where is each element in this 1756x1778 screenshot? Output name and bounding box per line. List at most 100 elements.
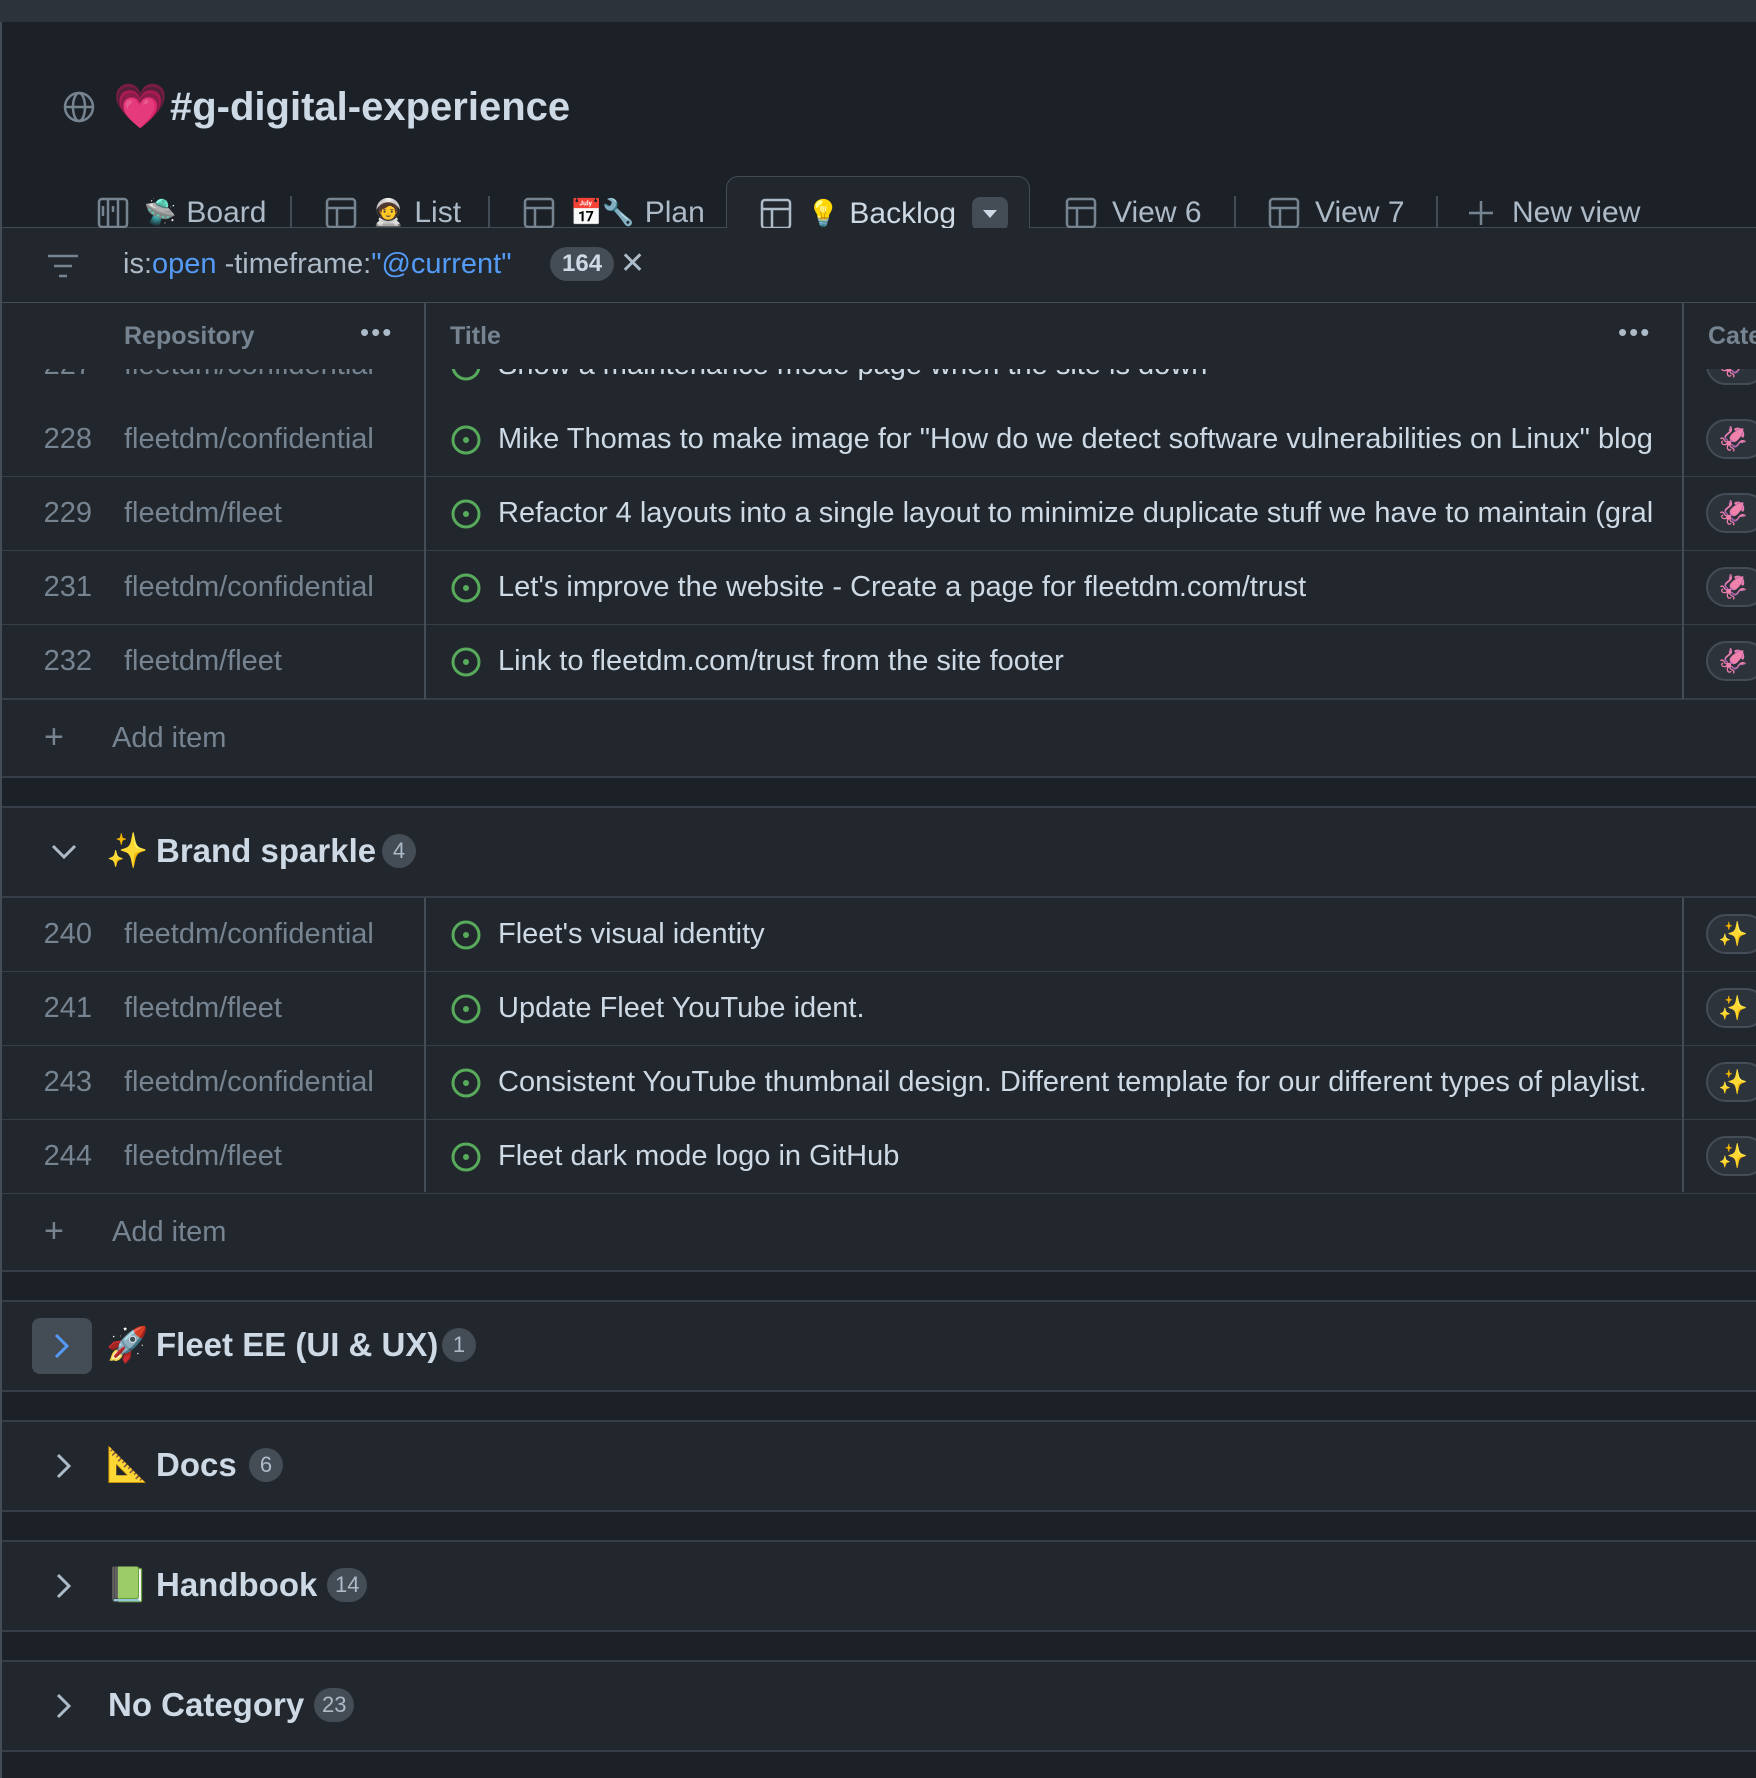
group-name: Docs xyxy=(156,1446,237,1483)
group-header-brand-sparkle: ✨ Brand sparkle 4 xyxy=(0,808,1756,898)
green-book-icon: 📗 xyxy=(106,1566,149,1604)
column-repository[interactable]: Repository xyxy=(124,319,255,353)
table-icon xyxy=(523,197,555,228)
expand-group-button[interactable] xyxy=(44,1686,84,1726)
row-repository: fleetdm/confidential xyxy=(124,1066,374,1098)
chevron-right-icon xyxy=(54,1333,70,1359)
group-name: Fleet EE (UI & UX) xyxy=(156,1326,439,1363)
triangular-ruler-icon: 📐 xyxy=(106,1446,149,1484)
column-divider xyxy=(424,303,426,369)
row-number: 240 xyxy=(43,918,92,950)
clear-filter-button[interactable]: ✕ xyxy=(620,246,645,282)
column-divider xyxy=(424,898,426,1192)
open-issue-icon xyxy=(451,994,481,1024)
table-row[interactable]: 244 fleetdm/fleet Fleet dark mode logo i… xyxy=(0,1120,1756,1195)
table-row[interactable]: 243 fleetdm/confidential Consistent YouT… xyxy=(0,1046,1756,1121)
category-pill[interactable]: 🦑 xyxy=(1706,493,1756,533)
column-divider xyxy=(1682,898,1684,1192)
group-spacer xyxy=(0,1512,1756,1542)
tab-divider xyxy=(290,196,292,232)
tab-label: Plan xyxy=(644,195,705,229)
table-row[interactable]: 241 fleetdm/fleet Update Fleet YouTube i… xyxy=(0,972,1756,1047)
group-header-no-category: No Category 23 xyxy=(0,1662,1756,1752)
tab-label: Backlog xyxy=(849,196,957,230)
add-item-button[interactable]: Add item xyxy=(112,720,226,756)
group-spacer xyxy=(0,1272,1756,1302)
filter-bar: is:open -timeframe:"@current" 164 ✕ xyxy=(0,228,1756,303)
row-repository: fleetdm/confidential xyxy=(124,571,374,603)
collapse-group-button[interactable] xyxy=(44,832,84,872)
row-title[interactable]: Link to fleetdm.com/trust from the site … xyxy=(498,643,1658,679)
table-row[interactable]: 232 fleetdm/fleet Link to fleetdm.com/tr… xyxy=(0,625,1756,700)
chevron-right-icon xyxy=(56,1453,72,1479)
row-title[interactable]: Update Fleet YouTube ident. xyxy=(498,990,1658,1026)
window-edge xyxy=(0,22,2,1778)
add-item-row[interactable]: + Add item xyxy=(0,700,1756,778)
expand-group-button[interactable] xyxy=(44,1566,84,1606)
table-header: Repository ••• Title ••• Cate xyxy=(0,303,1756,372)
category-pill[interactable]: 🦑 xyxy=(1706,641,1756,681)
open-issue-icon xyxy=(451,369,481,381)
table-row[interactable]: 229 fleetdm/fleet Refactor 4 layouts int… xyxy=(0,477,1756,552)
category-pill[interactable]: ✨ xyxy=(1706,988,1756,1028)
table-row[interactable]: 227 fleetdm/confidential Show a maintena… xyxy=(0,369,1756,405)
row-repository: fleetdm/fleet xyxy=(124,497,282,529)
expand-group-button[interactable] xyxy=(44,1446,84,1486)
chevron-right-icon xyxy=(56,1693,72,1719)
table-row-partial: 227 fleetdm/confidential Show a maintena… xyxy=(0,369,1756,402)
open-issue-icon xyxy=(451,1068,481,1098)
row-number: 241 xyxy=(43,992,92,1024)
repository-column-menu-icon[interactable]: ••• xyxy=(360,317,393,348)
row-repository: fleetdm/confidential xyxy=(124,918,374,950)
row-number: 243 xyxy=(43,1066,92,1098)
row-number: 228 xyxy=(43,423,92,455)
table-row[interactable]: 231 fleetdm/confidential Let's improve t… xyxy=(0,551,1756,626)
plus-icon: + xyxy=(44,718,64,756)
table-row[interactable]: 240 fleetdm/confidential Fleet's visual … xyxy=(0,898,1756,973)
group-count-badge: 1 xyxy=(442,1328,476,1362)
row-number: 227 xyxy=(20,369,92,383)
chevron-down-icon xyxy=(51,844,77,860)
row-number: 244 xyxy=(43,1140,92,1172)
row-repository: fleetdm/confidential xyxy=(124,369,374,383)
category-pill: 🦑 xyxy=(1706,369,1756,385)
tab-divider xyxy=(1436,196,1438,232)
title-column-menu-icon[interactable]: ••• xyxy=(1618,317,1651,348)
table-row[interactable]: 228 fleetdm/confidential Mike Thomas to … xyxy=(0,403,1756,478)
category-pill[interactable]: ✨ xyxy=(1706,1136,1756,1176)
column-divider xyxy=(424,369,426,699)
row-title[interactable]: Fleet dark mode logo in GitHub xyxy=(498,1138,1658,1174)
tab-label: Board xyxy=(186,195,267,229)
column-category[interactable]: Cate xyxy=(1708,319,1756,353)
group-name: No Category xyxy=(108,1686,305,1723)
open-issue-icon xyxy=(451,425,481,455)
filter-query[interactable]: is:open -timeframe:"@current" xyxy=(123,244,512,284)
group-name: Brand sparkle xyxy=(156,832,377,869)
view-options-button[interactable] xyxy=(972,196,1009,231)
open-issue-icon xyxy=(451,1142,481,1172)
filter-icon[interactable] xyxy=(46,252,80,280)
tab-divider xyxy=(488,196,490,232)
category-pill[interactable]: ✨ xyxy=(1706,1062,1756,1102)
add-item-row[interactable]: + Add item xyxy=(0,1194,1756,1272)
row-title[interactable]: Refactor 4 layouts into a single layout … xyxy=(498,495,1658,531)
column-title[interactable]: Title xyxy=(450,319,501,353)
add-item-button[interactable]: Add item xyxy=(112,1214,226,1250)
group-spacer xyxy=(0,1392,1756,1422)
category-pill[interactable]: ✨ xyxy=(1706,914,1756,954)
board-icon xyxy=(97,197,129,228)
row-title[interactable]: Mike Thomas to make image for "How do we… xyxy=(498,421,1658,457)
row-title[interactable]: Fleet's visual identity xyxy=(498,916,1658,952)
category-pill[interactable]: 🦑 xyxy=(1706,567,1756,607)
row-title[interactable]: Consistent YouTube thumbnail design. Dif… xyxy=(498,1064,1658,1100)
group-spacer xyxy=(0,1752,1756,1778)
expand-group-button[interactable] xyxy=(32,1318,92,1374)
table-icon xyxy=(325,197,357,228)
top-bar xyxy=(0,0,1756,22)
row-title[interactable]: Let's improve the website - Create a pag… xyxy=(498,569,1658,605)
group-header-docs: 📐 Docs 6 xyxy=(0,1422,1756,1512)
row-number: 232 xyxy=(43,645,92,677)
category-pill[interactable]: 🦑 xyxy=(1706,419,1756,459)
heart-icon: 💗 xyxy=(113,82,168,131)
open-issue-icon xyxy=(451,647,481,677)
